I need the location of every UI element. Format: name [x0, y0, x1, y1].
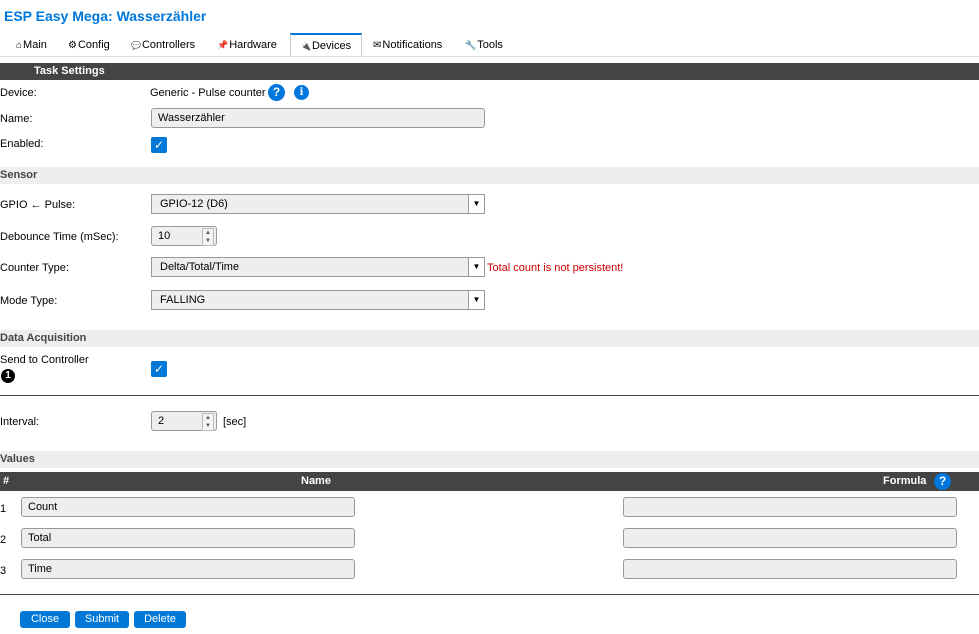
gpio-select[interactable]: GPIO-12 (D6) ▼ — [151, 194, 485, 214]
select-value: GPIO-12 (D6) — [160, 198, 228, 210]
chevron-down-icon: ▼ — [468, 291, 484, 309]
interval-label: Interval: — [0, 416, 40, 428]
send-to-controller-label: Send to Controller — [0, 354, 89, 366]
tab-label: Notifications — [382, 39, 443, 51]
tab-hardware[interactable]: 📌Hardware — [217, 34, 277, 56]
chevron-down-icon: ▼ — [468, 195, 484, 213]
table-row: 3 Time — [0, 559, 979, 581]
interval-input[interactable]: 2 ▲ ▼ — [151, 411, 217, 431]
tab-notifications[interactable]: ✉Notifications — [373, 34, 442, 56]
task-settings-header: Task Settings — [0, 63, 979, 80]
name-label: Name: — [0, 113, 33, 125]
data-acquisition-header: Data Acquisition — [0, 330, 979, 347]
tab-config[interactable]: ⚙Config — [68, 34, 110, 56]
help-icon[interactable]: ? — [934, 473, 951, 490]
column-header-number: # — [3, 475, 10, 487]
debounce-input[interactable]: 10 ▲ ▼ — [151, 226, 217, 246]
column-header-formula: Formula — [883, 475, 927, 487]
help-icon[interactable]: ? — [268, 84, 285, 101]
app-title: ESP Easy Mega: Wasserzähler — [4, 8, 207, 24]
divider — [0, 594, 979, 595]
tab-label: Controllers — [141, 39, 196, 51]
home-icon: ⌂ — [16, 40, 23, 51]
tab-label: Tools — [477, 39, 503, 51]
plug-icon: 🔌 — [301, 42, 311, 51]
pushpin-icon: 📌 — [217, 40, 229, 50]
section-title: Data Acquisition — [0, 332, 87, 344]
device-value: Generic - Pulse counter — [150, 87, 266, 99]
value-formula-input[interactable] — [623, 559, 957, 579]
wrench-icon: 🔧 — [465, 40, 477, 50]
select-value: Delta/Total/Time — [160, 261, 240, 273]
tab-divider — [0, 56, 979, 57]
spinner-arrows-icon[interactable]: ▲ ▼ — [202, 228, 214, 246]
tab-label: Config — [77, 39, 110, 51]
enabled-checkbox[interactable]: ✓ — [151, 137, 167, 153]
send-to-controller-checkbox[interactable]: ✓ — [151, 361, 167, 377]
row-number: 2 — [0, 534, 7, 546]
speech-bubble-icon: 💬 — [131, 41, 141, 50]
mode-type-label: Mode Type: — [0, 295, 58, 307]
interval-unit: [sec] — [223, 416, 247, 428]
gpio-label: GPIO ← Pulse: — [0, 199, 76, 211]
envelope-icon: ✉ — [373, 40, 382, 51]
value-name-input[interactable]: Time — [21, 559, 355, 579]
tab-main[interactable]: ⌂Main — [16, 34, 47, 56]
mode-type-select[interactable]: FALLING ▼ — [151, 290, 485, 310]
select-value: FALLING — [160, 294, 206, 306]
row-number: 3 — [0, 565, 7, 577]
chevron-down-icon: ▼ — [468, 258, 484, 276]
values-header: Values — [0, 451, 979, 468]
controller-number-badge: 1 — [1, 369, 15, 383]
checkmark-icon: ✓ — [153, 362, 165, 376]
tab-tools[interactable]: 🔧Tools — [465, 34, 503, 56]
debounce-label: Debounce Time (mSec): — [0, 231, 119, 243]
value-name-input[interactable]: Total — [21, 528, 355, 548]
table-row: 1 Count — [0, 497, 979, 519]
row-number: 1 — [0, 503, 7, 515]
spin-value: 10 — [158, 230, 171, 242]
close-button[interactable]: Close — [20, 611, 70, 628]
section-title: Values — [0, 453, 35, 465]
tab-controllers[interactable]: 💬Controllers — [131, 34, 195, 56]
tab-label: Hardware — [229, 39, 277, 51]
counter-type-label: Counter Type: — [0, 262, 69, 274]
gear-icon: ⚙ — [68, 40, 77, 51]
section-title: Sensor — [0, 169, 38, 181]
submit-button[interactable]: Submit — [75, 611, 129, 628]
sensor-header: Sensor — [0, 167, 979, 184]
counter-warning: Total count is not persistent! — [487, 262, 624, 274]
delete-button[interactable]: Delete — [134, 611, 186, 628]
tab-label: Main — [23, 39, 47, 51]
spinner-arrows-icon[interactable]: ▲ ▼ — [202, 413, 214, 431]
checkmark-icon: ✓ — [153, 138, 165, 152]
name-input[interactable]: Wasserzähler — [151, 108, 485, 128]
value-name-input[interactable]: Count — [21, 497, 355, 517]
divider — [0, 395, 979, 396]
counter-type-select[interactable]: Delta/Total/Time ▼ — [151, 257, 485, 277]
value-formula-input[interactable] — [623, 528, 957, 548]
values-table-header: # Name Formula ? — [0, 472, 979, 491]
section-title: Task Settings — [34, 65, 105, 77]
info-icon[interactable]: i — [294, 85, 309, 100]
column-header-name: Name — [301, 475, 331, 487]
spin-value: 2 — [158, 415, 165, 427]
enabled-label: Enabled: — [0, 138, 44, 150]
table-row: 2 Total — [0, 528, 979, 550]
tab-label: Devices — [311, 40, 352, 52]
value-formula-input[interactable] — [623, 497, 957, 517]
device-label: Device: — [0, 87, 37, 99]
tab-devices[interactable]: 🔌Devices — [290, 33, 363, 57]
